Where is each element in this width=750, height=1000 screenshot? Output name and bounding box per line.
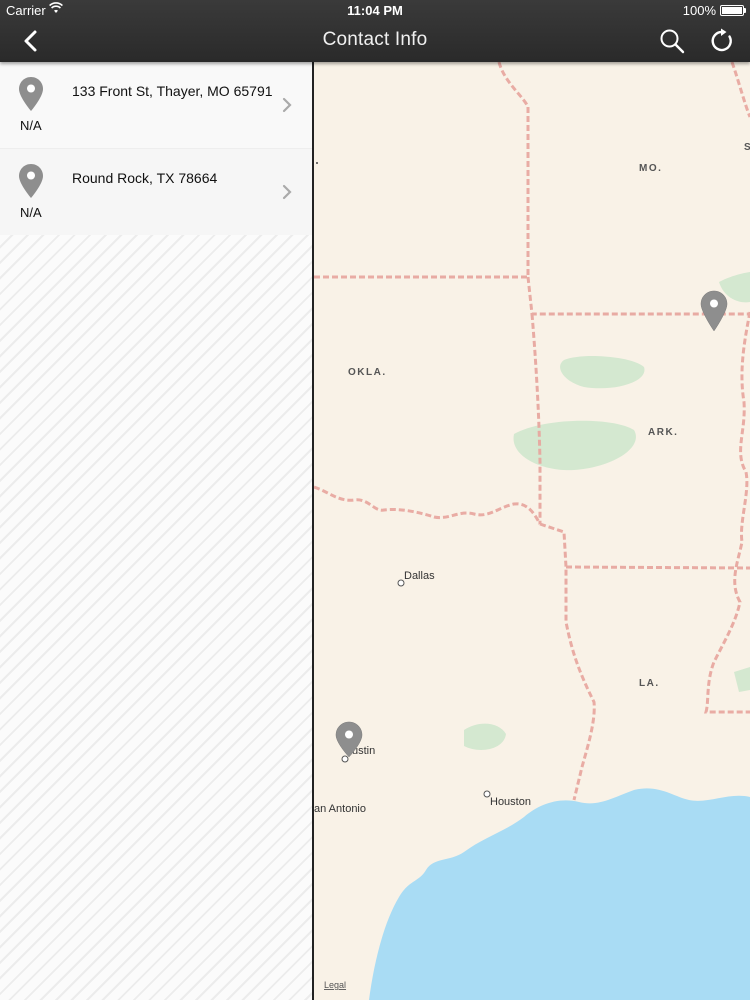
city-label-san-antonio: an Antonio [314,803,366,815]
page-title: Contact Info [322,29,428,50]
navigation-bar: Contact Info [0,20,750,62]
clock: 11:04 PM [347,3,403,18]
panel-divider [312,62,314,1000]
legal-link[interactable]: Legal [324,980,346,990]
state-label-mo: MO. [639,163,662,174]
gulf-water [369,788,750,1000]
map-marker-dot [316,162,318,164]
city-dot-austin [341,755,349,763]
chevron-right-icon [282,97,292,113]
battery-percent: 100% [682,3,716,18]
chevron-right-icon [282,184,292,200]
search-icon[interactable] [658,27,686,55]
refresh-icon[interactable] [708,27,736,55]
city-label-dallas: Dallas [404,570,435,582]
location-distance: N/A [20,118,42,133]
map-view[interactable]: MO. OKLA. ARK. LA. S Dallas ustin an Ant… [314,62,750,1000]
state-label-ark: ARK. [648,427,678,438]
location-row[interactable]: 133 Front St, Thayer, MO 65791 N/A [0,62,313,148]
state-label-edge: S [744,142,750,153]
map-pin-icon[interactable] [700,290,728,332]
location-distance: N/A [20,205,42,220]
map-pin-icon [19,77,43,111]
location-address: 133 Front St, Thayer, MO 65791 [72,83,273,99]
status-bar: Carrier 11:04 PM 100% [0,0,750,20]
map-pin-icon [19,164,43,198]
location-row[interactable]: Round Rock, TX 78664 N/A [0,148,313,235]
battery-icon [720,5,746,16]
park-areas [464,272,750,750]
state-label-la: LA. [639,678,660,689]
location-list: 133 Front St, Thayer, MO 65791 N/A Round… [0,62,313,1000]
state-label-okla: OKLA. [348,367,387,378]
location-address: Round Rock, TX 78664 [72,170,218,186]
top-bar: Carrier 11:04 PM 100% Contact Info [0,0,750,62]
city-label-houston: Houston [490,796,531,808]
